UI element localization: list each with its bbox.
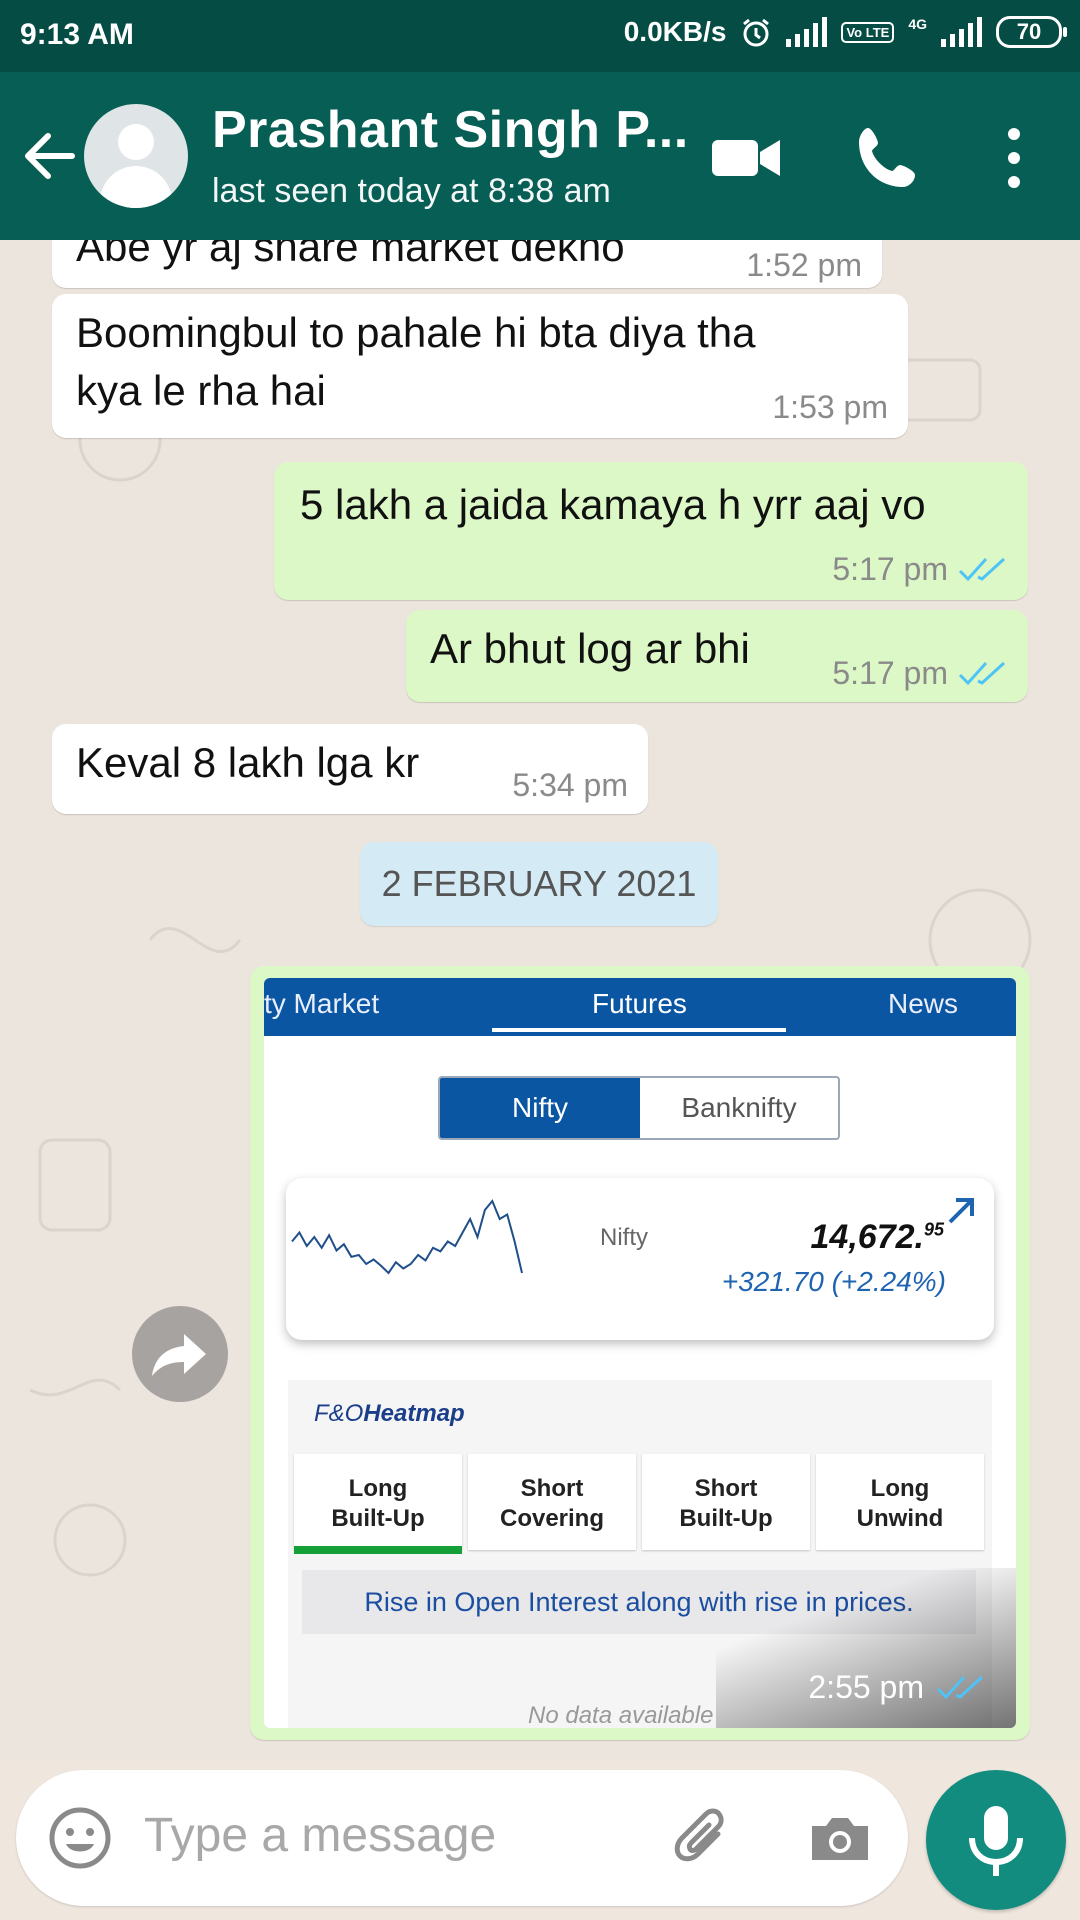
battery-icon: 70 (996, 16, 1067, 48)
status-time: 9:13 AM (20, 18, 134, 51)
net-speed: 0.0KB/s (623, 16, 727, 47)
date-separator: 2 FEBRUARY 2021 (360, 842, 718, 926)
tab-underline (492, 1028, 786, 1032)
contact-name[interactable]: Prashant Singh P... (212, 100, 689, 160)
no-data-text: No data available (528, 1702, 714, 1728)
index-toggle: Nifty Banknifty (438, 1076, 840, 1140)
tab-market: ty Market (264, 988, 380, 1019)
sparkline-path (291, 1199, 523, 1275)
signal-icon (786, 17, 828, 47)
heat-cell-long-unwind: Long Unwind (816, 1454, 984, 1550)
message-outgoing[interactable]: 5 lakh a jaida kamaya h yrr aaj vo 5:17 … (274, 462, 1028, 600)
camera-icon[interactable] (806, 1804, 874, 1872)
message-input[interactable]: Type a message (144, 1808, 496, 1863)
heat-cell-short-covering: Short Covering (468, 1454, 636, 1550)
last-seen: last seen today at 8:38 am (212, 172, 611, 210)
message-input-bar[interactable]: Type a message (16, 1770, 908, 1906)
sparkline-chart (291, 1199, 523, 1275)
segment-banknifty: Banknifty (681, 1092, 797, 1123)
read-ticks-icon (958, 661, 1006, 685)
status-bar: 9:13 AM 0.0KB/s Vo LTE 4G 70 (0, 0, 1080, 72)
network-type: 4G (908, 16, 927, 32)
mic-icon (969, 1806, 1023, 1876)
quote-card: Nifty 14,672.95 +321.70 (+2.24%) (286, 1178, 994, 1340)
active-cell-indicator (294, 1546, 462, 1554)
read-ticks-icon (936, 1675, 984, 1699)
video-call-icon[interactable] (706, 118, 786, 198)
volte-icon: Vo LTE (841, 21, 895, 43)
attach-icon[interactable] (670, 1804, 738, 1872)
chat-area[interactable]: Abe yr aj share market dekho 1:52 pm Boo… (0, 240, 1080, 1760)
tab-futures: Futures (592, 988, 687, 1019)
image-message[interactable]: ty Market Futures News Nifty Banknifty N… (250, 966, 1030, 1740)
more-options-icon[interactable] (974, 118, 1054, 198)
screenshot-image[interactable]: ty Market Futures News Nifty Banknifty N… (264, 978, 1016, 1728)
segment-nifty: Nifty (440, 1078, 640, 1138)
signal-icon-2 (941, 17, 982, 47)
back-arrow-icon[interactable] (20, 126, 76, 186)
heat-cell-long-builtup: Long Built-Up (294, 1454, 462, 1550)
message-incoming[interactable]: Keval 8 lakh lga kr 5:34 pm (52, 724, 648, 814)
message-outgoing[interactable]: Ar bhut log ar bhi 5:17 pm (406, 610, 1028, 702)
avatar[interactable] (84, 104, 188, 208)
app-tabs: ty Market Futures News (264, 978, 1016, 1036)
alarm-icon (743, 18, 770, 47)
tab-news: News (888, 988, 959, 1019)
image-meta: 2:55 pm (808, 1669, 986, 1706)
quote-price: 14,672.95 (810, 1218, 944, 1256)
read-ticks-icon (958, 557, 1006, 581)
quote-change: +321.70 (+2.24%) (721, 1266, 946, 1297)
emoji-icon[interactable] (46, 1804, 114, 1872)
status-icons: 0.0KB/s Vo LTE 4G 70 (623, 16, 1067, 48)
forward-button[interactable] (132, 1306, 228, 1402)
up-arrow-icon (948, 1198, 974, 1224)
chat-header: Prashant Singh P... last seen today at 8… (0, 72, 1080, 240)
heat-cell-short-builtup: Short Built-Up (642, 1454, 810, 1550)
heatmap-title: F&OHeatmap (314, 1400, 465, 1427)
quote-label: Nifty (600, 1224, 648, 1251)
forward-icon (152, 1334, 206, 1376)
voice-record-button[interactable] (926, 1770, 1066, 1910)
message-incoming[interactable]: Boomingbul to pahale hi bta diya tha kya… (52, 294, 908, 438)
message-incoming[interactable]: Abe yr aj share market dekho 1:52 pm (52, 240, 882, 288)
voice-call-icon[interactable] (848, 118, 928, 198)
